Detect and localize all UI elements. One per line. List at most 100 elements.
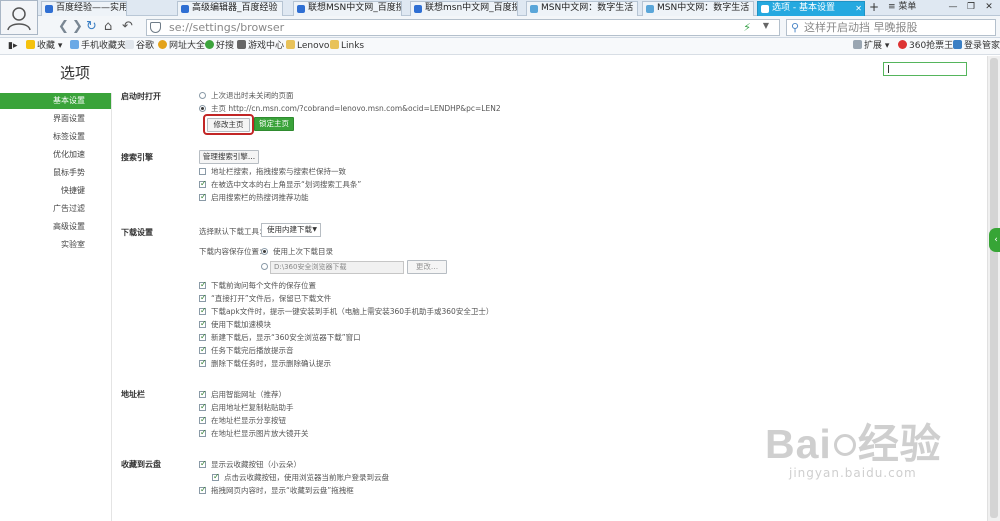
side-panel-toggle[interactable]: ‹ xyxy=(989,228,1000,252)
gamepad-icon xyxy=(237,40,246,49)
tab-2[interactable]: 联想MSN中文网_百度搜 xyxy=(293,1,402,16)
ticket-label: 360抢票王 xyxy=(909,41,954,51)
refresh-icon[interactable]: ↻ xyxy=(86,19,97,35)
undo-icon[interactable]: ↶ xyxy=(122,19,133,35)
search-input[interactable]: ⚲ 这样开启动挡 早晚报股 xyxy=(786,19,996,36)
sidebar-item-tabs[interactable]: 标签设置 xyxy=(53,131,85,143)
sidebar-item-shortcuts[interactable]: 快捷键 xyxy=(61,185,85,197)
sidebar-item-basic[interactable]: 基本设置 xyxy=(0,93,111,109)
close-tab-icon[interactable]: ✕ xyxy=(855,2,862,15)
lock-homepage-button[interactable]: 锁定主页 xyxy=(254,117,294,131)
download-opt-sound[interactable] xyxy=(199,345,207,354)
user-avatar[interactable] xyxy=(0,0,38,35)
download-opt-delete-confirm[interactable] xyxy=(199,358,207,367)
tab-1[interactable]: 高级编辑器_百度经验 xyxy=(177,1,283,16)
addressbar-heading: 地址栏 xyxy=(121,390,145,399)
tab-5[interactable]: MSN中文网：数字生活 xyxy=(642,1,754,16)
download-opt-accelerate[interactable] xyxy=(199,319,207,328)
settings-search-input[interactable] xyxy=(883,62,967,76)
bookmark-favorites[interactable]: 收藏 ▾ xyxy=(26,40,62,53)
bookmark-games[interactable]: 游戏中心 xyxy=(237,40,284,53)
address-input[interactable]: se://settings/browser ⚡ ▼ xyxy=(146,19,780,36)
manage-search-engines-button[interactable]: 管理搜索引擎... xyxy=(199,150,259,164)
cloud-login-checkbox[interactable] xyxy=(212,472,220,481)
menu-button[interactable]: ≡ 菜单 xyxy=(888,1,916,14)
sidebar-item-adblock[interactable]: 广告过滤 xyxy=(53,203,85,215)
tab-3[interactable]: 联想msn中文网_百度搜 xyxy=(410,1,518,16)
menu-label: 菜单 xyxy=(898,2,917,12)
download-path-field[interactable]: D:\360安全浏览器下载 xyxy=(270,261,404,274)
download-opt-ask-location[interactable] xyxy=(199,280,207,289)
bookmark-label: 谷歌 xyxy=(136,41,155,51)
menu-icon: ≡ xyxy=(888,2,896,12)
selection-toolbar-checkbox[interactable] xyxy=(199,179,207,188)
download-opt-show-window[interactable] xyxy=(199,332,207,341)
sidebar-item-advanced[interactable]: 高级设置 xyxy=(53,221,85,233)
cloud-drag-checkbox[interactable] xyxy=(199,485,207,494)
forward-icon[interactable]: ❯ xyxy=(72,19,83,35)
watermark-main2: 经验 xyxy=(857,421,942,467)
ticket-button[interactable]: 360抢票王 xyxy=(898,40,953,53)
sidebar-item-optimize[interactable]: 优化加速 xyxy=(53,149,85,161)
startup-radio-last-session[interactable] xyxy=(199,92,206,99)
paste-helper-checkbox[interactable] xyxy=(199,402,207,411)
baidu-jingyan-watermark: Bai 经验 jingyan.baidu.com xyxy=(765,410,942,480)
star-icon xyxy=(26,40,35,49)
bookmark-mobile[interactable]: 手机收藏夹 xyxy=(70,40,126,53)
change-download-dir-button[interactable]: 更改... xyxy=(407,260,447,274)
download-tool-select[interactable]: 使用内建下载 ▼ xyxy=(261,223,321,237)
hot-search-checkbox[interactable] xyxy=(199,192,207,201)
startup-option-homepage: 主页 http://cn.msn.com/?cobrand=lenovo.msn… xyxy=(211,104,501,113)
sidebar-item-lab[interactable]: 实验室 xyxy=(61,239,85,251)
msn-icon xyxy=(530,5,538,13)
cloud-button-checkbox[interactable] xyxy=(199,459,207,468)
smart-url-checkbox[interactable] xyxy=(199,389,207,398)
chevron-down-icon[interactable]: ▼ xyxy=(763,21,769,30)
extensions-button[interactable]: 扩展 ▾ xyxy=(853,40,889,53)
download-last-dir-radio[interactable] xyxy=(261,248,268,255)
bookmark-links[interactable]: Links xyxy=(330,40,364,53)
tab-label: 高级编辑器_百度经验 xyxy=(192,3,278,13)
scrollbar-thumb[interactable] xyxy=(990,58,998,518)
page-scrollbar[interactable] xyxy=(987,56,1000,521)
search-sync-checkbox[interactable] xyxy=(199,168,206,175)
login-manager-button[interactable]: 登录管家 xyxy=(953,40,1000,53)
download-custom-dir-radio[interactable] xyxy=(261,263,268,270)
search-sync-label: 地址栏搜索，拖拽搜索与搜索栏保持一致 xyxy=(211,167,346,176)
bookmark-lenovo[interactable]: Lenovo xyxy=(286,40,329,53)
download-opt-apk[interactable] xyxy=(199,306,207,315)
globe-icon xyxy=(158,40,167,49)
bookmark-haosou[interactable]: 好搜 xyxy=(205,40,234,53)
sidebar-item-mouse-gesture[interactable]: 鼠标手势 xyxy=(53,167,85,179)
tab-4[interactable]: MSN中文网：数字生活 xyxy=(526,1,638,16)
bookmark-google[interactable]: 谷歌 xyxy=(125,40,154,53)
extensions-label: 扩展 xyxy=(864,41,883,51)
close-window-button[interactable]: ✕ xyxy=(980,0,998,14)
share-button-checkbox[interactable] xyxy=(199,415,207,424)
bookmark-label: 好搜 xyxy=(216,41,235,51)
tab-active-settings[interactable]: 选项 - 基本设置 ✕ xyxy=(757,1,865,16)
sidebar-item-interface[interactable]: 界面设置 xyxy=(53,113,85,125)
new-tab-button[interactable]: + xyxy=(869,1,879,14)
maximize-button[interactable]: ❐ xyxy=(962,0,980,14)
search-icon xyxy=(205,40,214,49)
home-icon[interactable]: ⌂ xyxy=(104,19,112,35)
download-opt-keep-file[interactable] xyxy=(199,293,207,302)
bookmark-hao[interactable]: 网址大全 xyxy=(158,40,205,53)
baidu-icon xyxy=(297,5,305,13)
bookmark-label: Links xyxy=(341,41,365,51)
download-opt-label: “直接打开”文件后，保留已下载文件 xyxy=(211,294,332,303)
back-icon[interactable]: ❮ xyxy=(58,19,69,35)
tab-0[interactable]: 百度经验——实用生活 xyxy=(41,1,127,16)
speed-mode-icon[interactable]: ⚡ xyxy=(743,21,751,34)
startup-radio-homepage[interactable] xyxy=(199,105,206,112)
hot-search-label: 启用搜索栏的热搜词推荐功能 xyxy=(211,193,309,202)
download-tool-value: 使用内建下载 xyxy=(267,225,312,234)
grid-icon xyxy=(853,40,862,49)
download-opt-label: 删除下载任务时，显示删除确认提示 xyxy=(211,359,331,368)
sidebar-toggle-icon[interactable]: ▮▸ xyxy=(8,40,17,53)
image-zoom-checkbox[interactable] xyxy=(199,428,207,437)
minimize-button[interactable]: — xyxy=(944,0,962,14)
search-icon: ⚲ xyxy=(791,21,800,34)
download-heading: 下载设置 xyxy=(121,228,153,237)
